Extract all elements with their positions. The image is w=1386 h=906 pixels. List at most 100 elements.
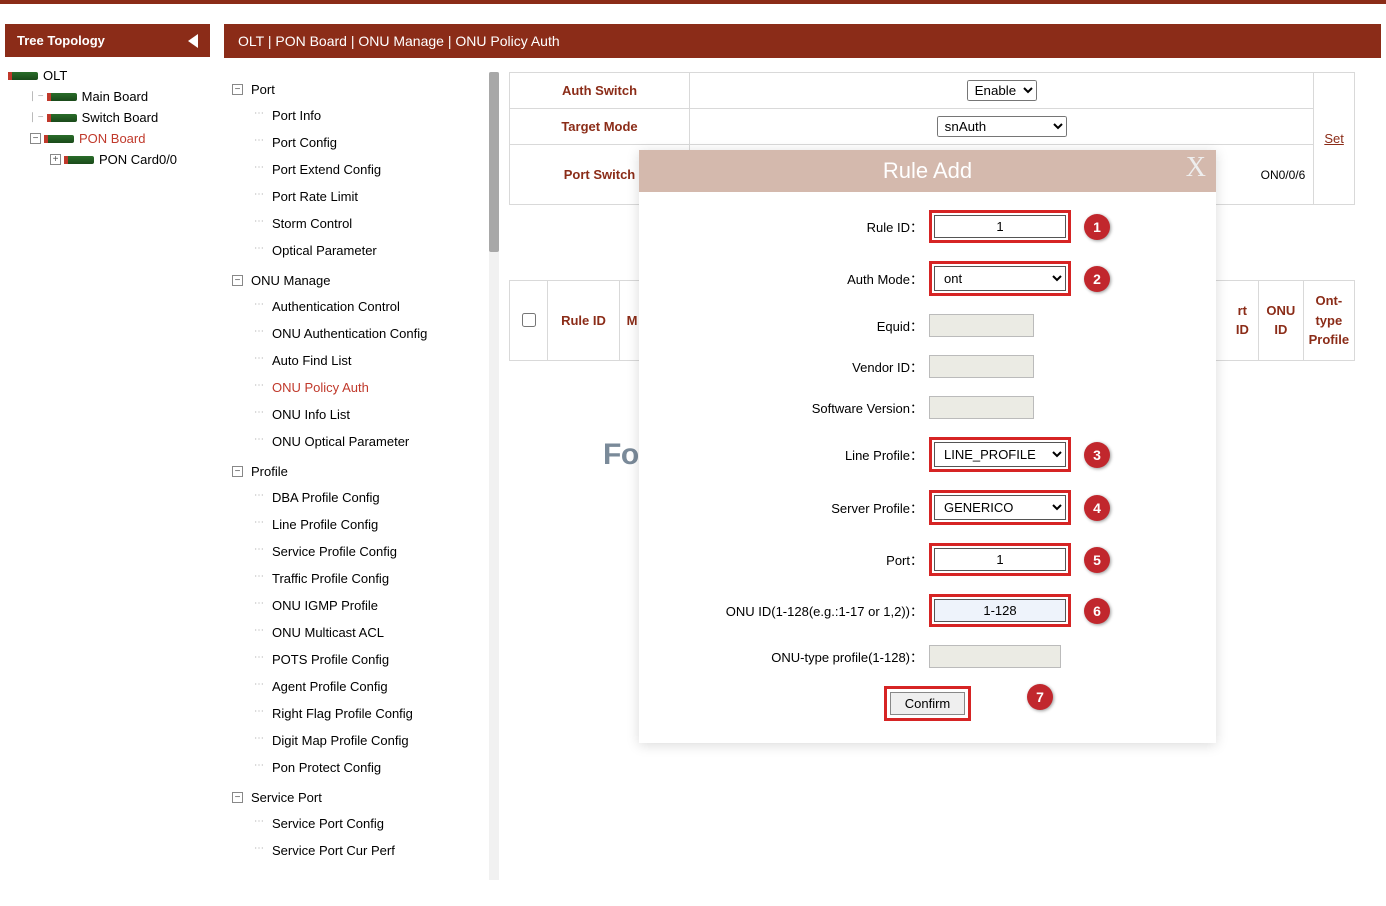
collapse-icon[interactable] (232, 275, 243, 286)
equid-input (929, 314, 1034, 337)
nav-item-port-info[interactable]: Port Info (232, 102, 489, 129)
target-mode-select[interactable]: snAuth (937, 116, 1067, 137)
vendor-id-input (929, 355, 1034, 378)
nav-item-dba[interactable]: DBA Profile Config (232, 484, 489, 511)
rule-id-input[interactable] (934, 215, 1066, 238)
nav-item-service-profile[interactable]: Service Profile Config (232, 538, 489, 565)
annotation-badge-2: 2 (1084, 266, 1110, 292)
equid-label: Equid： (669, 316, 929, 335)
nav-item-sp-perf[interactable]: Service Port Cur Perf (232, 837, 489, 864)
nav-group-service-port[interactable]: Service Port (232, 785, 489, 810)
set-button[interactable]: Set (1324, 131, 1344, 146)
expand-icon[interactable] (50, 154, 61, 165)
nav-item-onu-optical[interactable]: ONU Optical Parameter (232, 428, 489, 455)
server-profile-label: Server Profile： (669, 498, 929, 517)
port-label: Port： (669, 550, 929, 569)
board-icon (49, 93, 77, 101)
nav-item-auto-find[interactable]: Auto Find List (232, 347, 489, 374)
col-onu-id: ONUID (1259, 281, 1304, 360)
secondary-nav-container: Port Port Info Port Config Port Extend C… (224, 72, 499, 880)
tree-node-olt[interactable]: OLT (10, 65, 205, 86)
line-profile-select[interactable]: LINE_PROFILE (934, 442, 1066, 467)
nav-item-digit-map[interactable]: Digit Map Profile Config (232, 727, 489, 754)
tree-node-switch-board[interactable]: ∣ − Switch Board (10, 107, 205, 128)
auth-switch-select[interactable]: Enable (967, 80, 1037, 101)
auth-mode-label: Auth Mode： (669, 269, 929, 288)
annotation-badge-4: 4 (1084, 495, 1110, 521)
onu-type-label: ONU-type profile(1-128)： (669, 647, 929, 666)
tree-node-main-board[interactable]: ∣ − Main Board (10, 86, 205, 107)
nav-scrollbar-track[interactable] (489, 72, 499, 880)
nav-item-line-profile[interactable]: Line Profile Config (232, 511, 489, 538)
nav-item-optical[interactable]: Optical Parameter (232, 237, 489, 264)
collapse-icon[interactable] (232, 84, 243, 95)
olt-icon (10, 72, 38, 80)
collapse-icon[interactable] (30, 133, 41, 144)
modal-title-bar: Rule Add X (639, 150, 1216, 192)
annotation-badge-3: 3 (1084, 442, 1110, 468)
data-area: Foro⌒ISP Auth Switch Enable Set Target M… (509, 72, 1381, 880)
nav-item-port-extend[interactable]: Port Extend Config (232, 156, 489, 183)
port-switch-value: ON0/0/6 (1261, 168, 1306, 182)
col-ont-type: Ont-typeProfile (1304, 281, 1354, 360)
collapse-icon[interactable] (188, 34, 198, 48)
sw-version-label: Software Version： (669, 398, 929, 417)
server-profile-select[interactable]: GENERICO (934, 495, 1066, 520)
tree-title: Tree Topology (17, 33, 105, 48)
nav-item-sp-config[interactable]: Service Port Config (232, 810, 489, 837)
nav-item-right-flag[interactable]: Right Flag Profile Config (232, 700, 489, 727)
auth-mode-select[interactable]: ont (934, 266, 1066, 291)
nav-group-port[interactable]: Port (232, 77, 489, 102)
sw-version-input (929, 396, 1034, 419)
port-input[interactable] (934, 548, 1066, 571)
nav-item-pots[interactable]: POTS Profile Config (232, 646, 489, 673)
nav-item-pon-protect[interactable]: Pon Protect Config (232, 754, 489, 781)
main-content: OLT | PON Board | ONU Manage | ONU Polic… (224, 24, 1381, 880)
modal-title: Rule Add (883, 158, 972, 183)
annotation-badge-1: 1 (1084, 214, 1110, 240)
board-icon (49, 114, 77, 122)
nav-item-agent[interactable]: Agent Profile Config (232, 673, 489, 700)
vendor-id-label: Vendor ID： (669, 357, 929, 376)
card-icon (66, 156, 94, 164)
nav-item-onu-auth-config[interactable]: ONU Authentication Config (232, 320, 489, 347)
nav-item-port-config[interactable]: Port Config (232, 129, 489, 156)
onu-id-input[interactable] (934, 599, 1066, 622)
nav-item-storm[interactable]: Storm Control (232, 210, 489, 237)
collapse-icon[interactable] (232, 792, 243, 803)
rule-add-modal: Rule Add X Rule ID： 1 Auth Mode： (639, 150, 1216, 743)
nav-item-auth-control[interactable]: Authentication Control (232, 293, 489, 320)
col-rt-id: rtID (1227, 281, 1259, 360)
annotation-badge-5: 5 (1084, 547, 1110, 573)
target-mode-label: Target Mode (510, 109, 690, 145)
annotation-badge-6: 6 (1084, 598, 1110, 624)
nav-item-traffic-profile[interactable]: Traffic Profile Config (232, 565, 489, 592)
nav-group-onu-manage[interactable]: ONU Manage (232, 268, 489, 293)
auth-switch-label: Auth Switch (510, 73, 690, 109)
nav-item-port-rate[interactable]: Port Rate Limit (232, 183, 489, 210)
confirm-button[interactable]: Confirm (890, 692, 966, 715)
col-rule-id: Rule ID (548, 281, 620, 360)
annotation-badge-7: 7 (1027, 684, 1053, 710)
board-icon (46, 135, 74, 143)
nav-item-onu-info[interactable]: ONU Info List (232, 401, 489, 428)
secondary-nav: Port Port Info Port Config Port Extend C… (224, 72, 489, 880)
nav-item-multicast-acl[interactable]: ONU Multicast ACL (232, 619, 489, 646)
rule-id-label: Rule ID： (669, 217, 929, 236)
close-icon[interactable]: X (1186, 152, 1206, 184)
nav-item-igmp[interactable]: ONU IGMP Profile (232, 592, 489, 619)
onu-id-label: ONU ID(1-128(e.g.:1-17 or 1,2))： (669, 601, 929, 620)
tree-header: Tree Topology (5, 24, 210, 57)
tree-body: OLT ∣ − Main Board ∣ − Switch Board PON … (5, 57, 210, 178)
breadcrumb: OLT | PON Board | ONU Manage | ONU Polic… (224, 24, 1381, 58)
tree-topology-sidebar: Tree Topology OLT ∣ − Main Board ∣ − Swi… (5, 24, 210, 880)
select-all-checkbox[interactable] (522, 313, 536, 327)
line-profile-label: Line Profile： (669, 445, 929, 464)
collapse-icon[interactable] (232, 466, 243, 477)
nav-scrollbar-thumb[interactable] (489, 72, 499, 252)
nav-group-profile[interactable]: Profile (232, 459, 489, 484)
onu-type-input (929, 645, 1061, 668)
nav-item-onu-policy-auth[interactable]: ONU Policy Auth (232, 374, 489, 401)
tree-node-pon-board[interactable]: PON Board (10, 128, 205, 149)
tree-node-pon-card[interactable]: PON Card0/0 (10, 149, 205, 170)
